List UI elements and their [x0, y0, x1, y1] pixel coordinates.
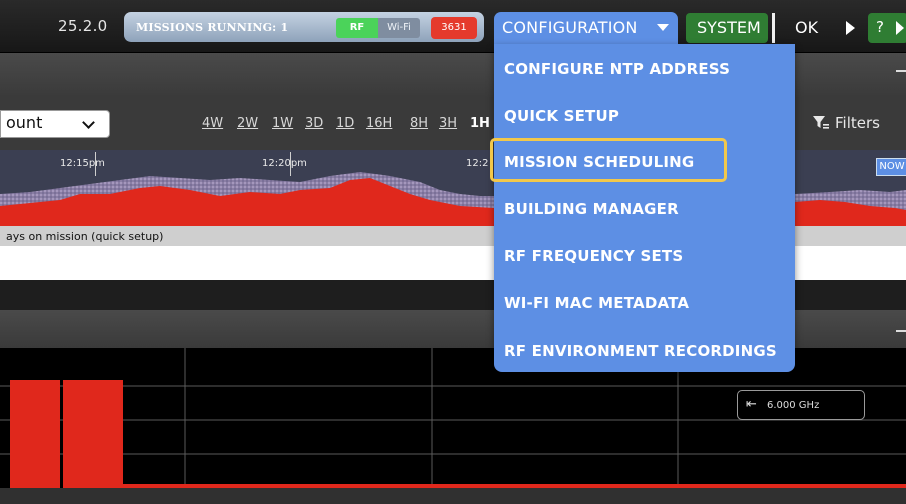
range-3h[interactable]: 3H [439, 116, 457, 131]
now-marker[interactable]: NOW [876, 158, 906, 176]
time-label: 12:15pm [60, 158, 105, 169]
menu-item-quick-setup[interactable]: QUICK SETUP [504, 107, 619, 125]
range-1h-active[interactable]: 1H [470, 116, 490, 131]
divider [772, 13, 775, 43]
frequency-value: 6.000 GHz [767, 400, 820, 411]
arrow-left-bar-icon: ⇤ [746, 397, 757, 412]
range-2w[interactable]: 2W [237, 116, 258, 131]
collapse-icon[interactable] [896, 70, 906, 72]
highlight-box [490, 138, 727, 182]
caret-down-icon [657, 24, 669, 31]
range-8h[interactable]: 8H [410, 116, 428, 131]
range-16h[interactable]: 16H [366, 116, 392, 131]
filters-button[interactable]: Filters [835, 114, 880, 132]
range-1w[interactable]: 1W [272, 116, 293, 131]
metric-select-value: ount [6, 113, 43, 132]
menu-item-building-manager[interactable]: BUILDING MANAGER [504, 200, 679, 218]
collapse-icon[interactable] [896, 330, 906, 332]
rf-toggle[interactable]: RF [336, 18, 378, 38]
time-label: 12:2 [466, 158, 489, 169]
alert-count-badge[interactable]: 3631 [431, 17, 477, 39]
bottom-strip [0, 488, 906, 504]
wifi-toggle[interactable]: Wi-Fi [378, 18, 420, 38]
menu-item-rf-environment-recordings[interactable]: RF ENVIRONMENT RECORDINGS [504, 342, 777, 360]
version-label: 25.2.0 [58, 17, 108, 35]
system-label: SYSTEM [697, 18, 761, 37]
play-arrow-icon[interactable] [846, 21, 855, 35]
missions-running-label: MISSIONS RUNNING: 1 [136, 21, 289, 34]
menu-item-configure-ntp[interactable]: CONFIGURE NTP ADDRESS [504, 60, 730, 78]
spectrum-bar [10, 380, 60, 488]
ok-status-label[interactable]: OK [795, 18, 818, 37]
range-1d[interactable]: 1D [336, 116, 354, 131]
play-arrow-icon [896, 21, 904, 35]
menu-item-wifi-mac-metadata[interactable]: WI-FI MAC METADATA [504, 294, 689, 312]
time-label: 12:20pm [262, 158, 307, 169]
range-4w[interactable]: 4W [202, 116, 223, 131]
spectrum-bar [63, 380, 123, 488]
configuration-label: CONFIGURATION [502, 18, 638, 37]
help-label: ? [876, 18, 884, 36]
range-3d[interactable]: 3D [305, 116, 323, 131]
mission-strip-label: ays on mission (quick setup) [6, 230, 164, 243]
filter-icon[interactable] [812, 114, 830, 132]
menu-item-rf-frequency-sets[interactable]: RF FREQUENCY SETS [504, 247, 683, 265]
